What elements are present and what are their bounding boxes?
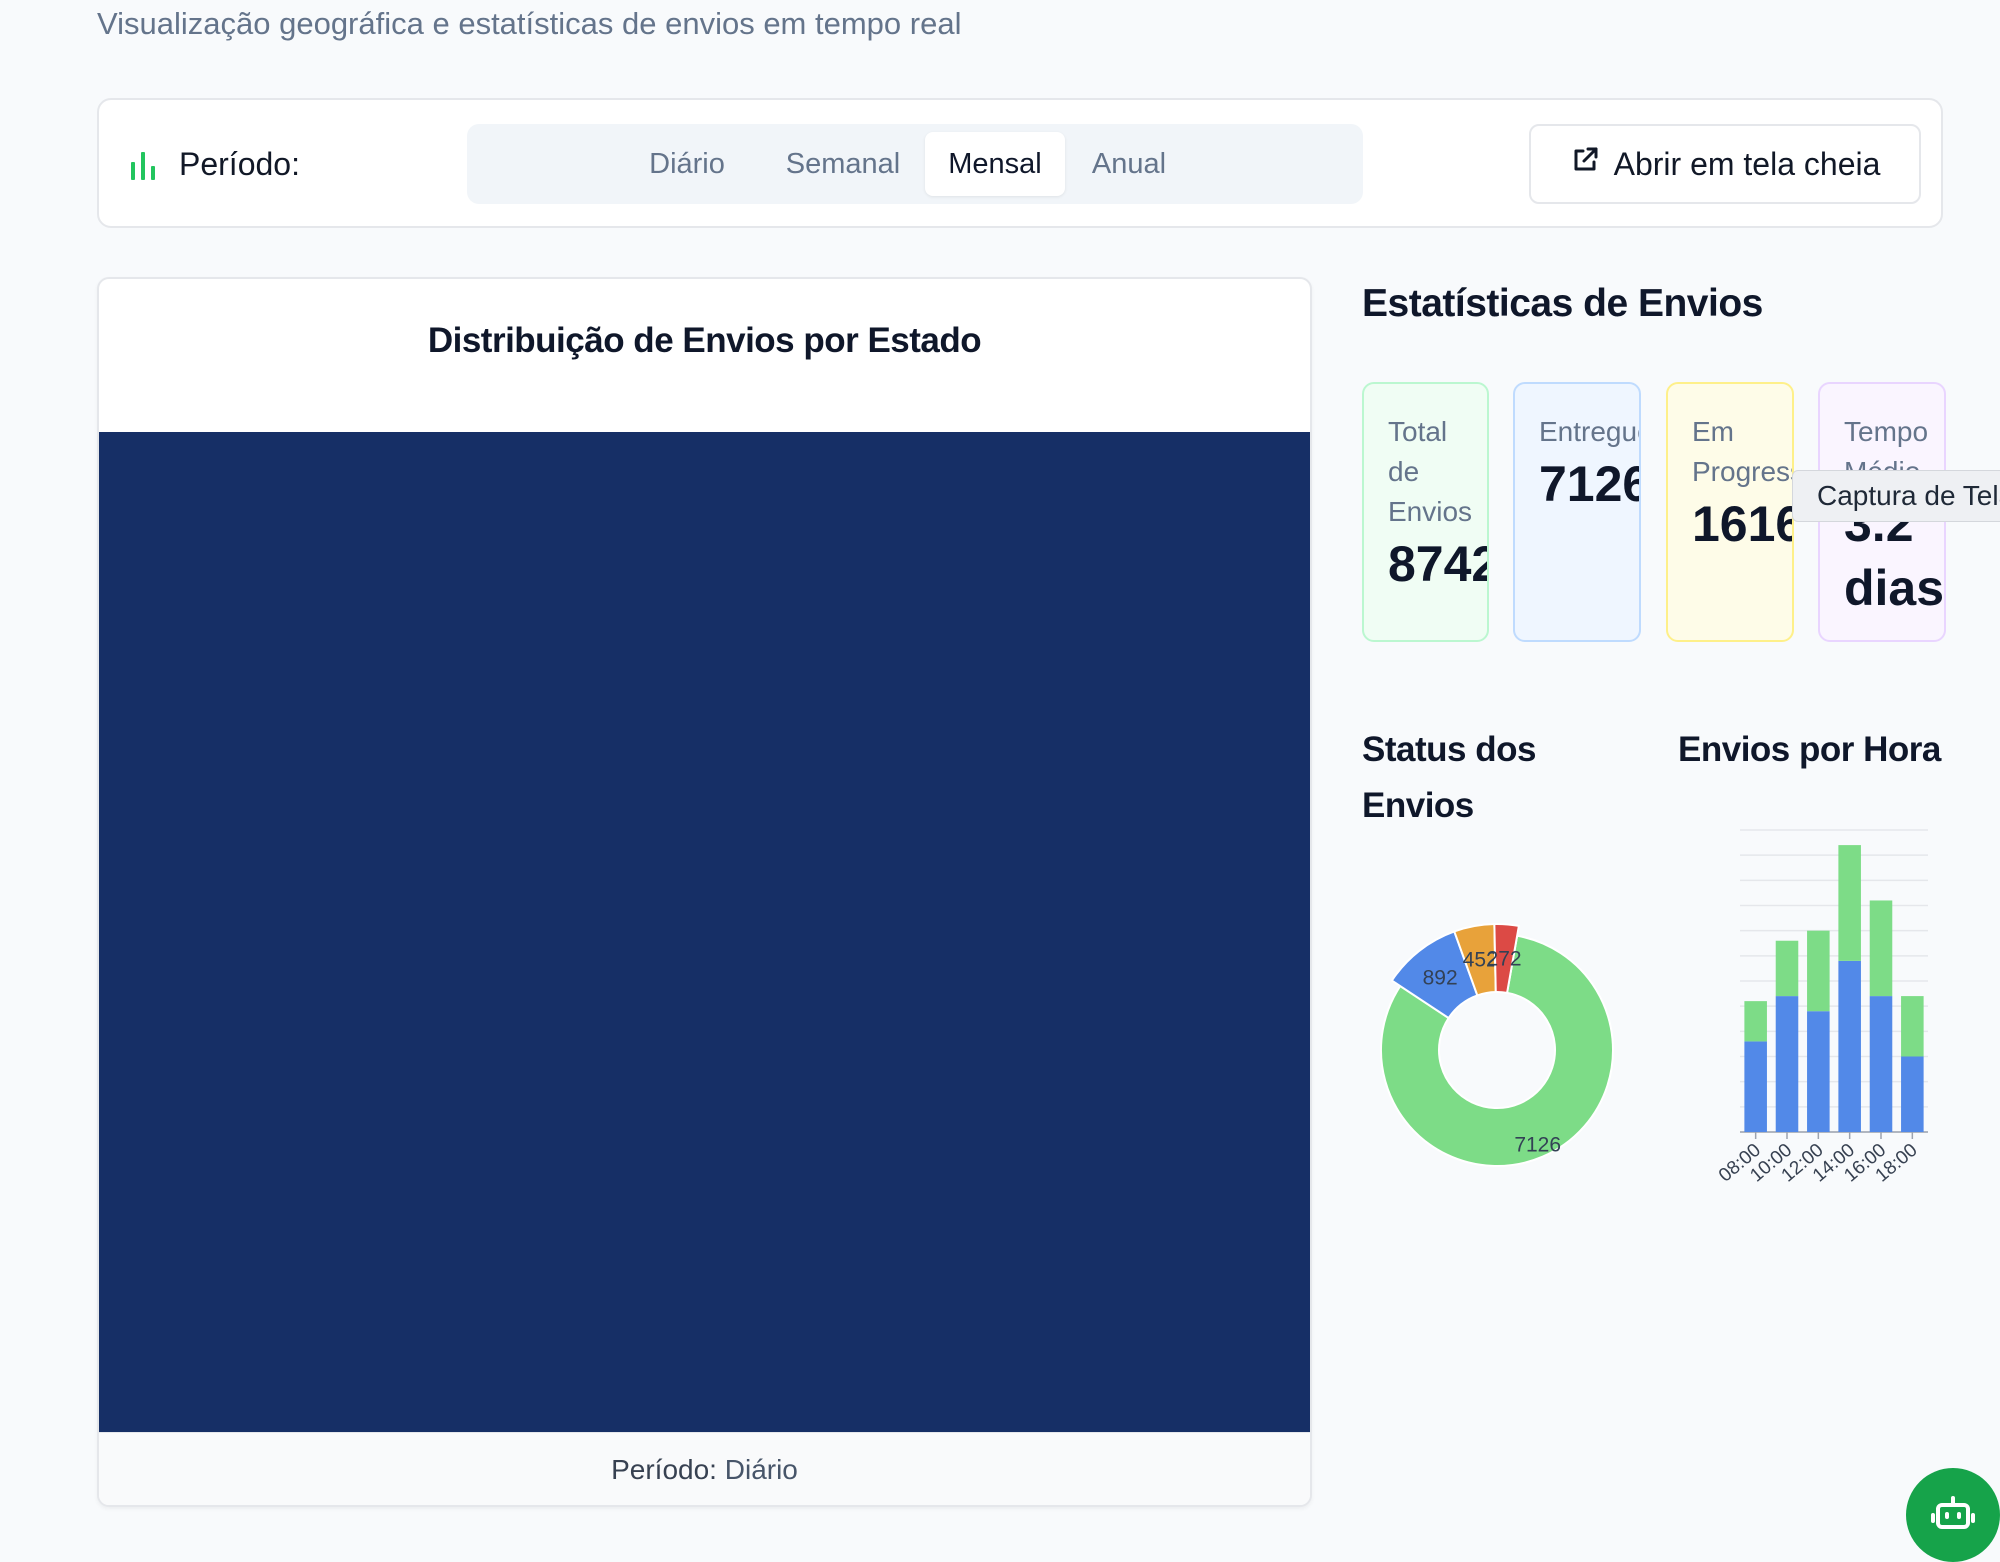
bar-segment[interactable] (1775, 996, 1799, 1132)
map-footer-value: Diário (724, 1454, 798, 1485)
bar-segment[interactable] (1869, 996, 1893, 1132)
period-option-diario[interactable]: Diário (627, 132, 747, 196)
period-option-anual[interactable]: Anual (1079, 132, 1179, 196)
donut-slice-label: 272 (1487, 947, 1522, 970)
period-selector: Diário Semanal Mensal Anual (467, 124, 1363, 204)
stat-card-in-progress: Em Progresso 1616 (1666, 382, 1794, 642)
stat-value: 7126 (1539, 456, 1641, 512)
screenshot-tooltip: Captura de Tela (1792, 470, 2000, 522)
hourly-bar-chart: 08:0010:0012:0014:0016:0018:00 (1715, 829, 1928, 1186)
map-canvas[interactable] (99, 432, 1310, 1432)
bar-segment[interactable] (1744, 1041, 1767, 1132)
donut-slice-label: 892 (1423, 967, 1458, 990)
bar-segment[interactable] (1869, 900, 1893, 997)
bar-segment[interactable] (1775, 940, 1799, 997)
period-option-mensal[interactable]: Mensal (925, 132, 1065, 196)
bar-segment[interactable] (1744, 1001, 1767, 1042)
assistant-button[interactable] (1906, 1468, 2000, 1562)
stats-title: Estatísticas de Envios (1362, 282, 1763, 325)
map-title: Distribuição de Envios por Estado (427, 321, 982, 360)
donut-slice-label: 7126 (1514, 1134, 1561, 1157)
period-filter-bar: Período: Diário Semanal Mensal Anual Abr… (97, 98, 1943, 228)
external-link-icon (1570, 145, 1600, 183)
bar-segment[interactable] (1807, 1011, 1830, 1132)
bar-segment[interactable] (1838, 960, 1861, 1132)
robot-icon (1929, 1489, 1977, 1542)
stat-card-total: Total de Envios 8742 (1362, 382, 1489, 642)
stat-label: Entregues (1539, 416, 1639, 447)
hour-chart-title: Envios por Hora (1678, 730, 1941, 769)
map-footer: Período: Diário (99, 1432, 1310, 1505)
period-option-semanal[interactable]: Semanal (763, 132, 923, 196)
map-footer-key: Período: (611, 1454, 717, 1485)
page-subtitle: Visualização geográfica e estatísticas d… (97, 6, 962, 41)
stat-label: Total de Envios (1388, 416, 1473, 527)
bar-chart-icon (129, 150, 157, 180)
fullscreen-button[interactable]: Abrir em tela cheia (1529, 124, 1921, 204)
bar-segment[interactable] (1901, 1056, 1924, 1133)
stat-card-delivered: Entregues 7126 (1513, 382, 1641, 642)
bar-segment[interactable] (1838, 845, 1861, 961)
status-chart-title: Status dos Envios (1362, 730, 1536, 825)
stat-value: 8742 (1388, 536, 1489, 592)
status-donut-chart: 7126892452272 (1380, 923, 1614, 1167)
stat-value: 1616 (1692, 496, 1794, 552)
bar-segment[interactable] (1901, 996, 1924, 1057)
period-label: Período: (179, 146, 300, 182)
fullscreen-label: Abrir em tela cheia (1613, 145, 1881, 182)
state-map-card: Distribuição de Envios por Estado Períod… (97, 277, 1312, 1507)
bar-segment[interactable] (1807, 930, 1830, 1012)
stat-label: Em Progresso (1692, 416, 1792, 487)
